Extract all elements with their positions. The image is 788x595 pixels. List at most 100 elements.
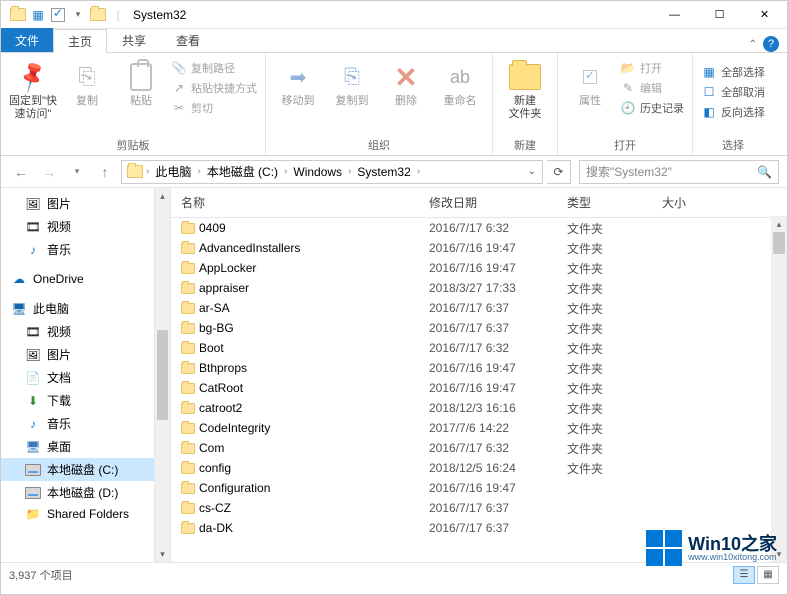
icons-view-button[interactable]: ▦ bbox=[757, 566, 779, 584]
cut-button[interactable]: ✂剪切 bbox=[169, 99, 259, 117]
refresh-button[interactable]: ⟳ bbox=[547, 160, 571, 184]
delete-button[interactable]: ✕ 删除 bbox=[380, 57, 432, 108]
file-row[interactable]: Configuration2016/7/16 19:47 bbox=[171, 478, 787, 498]
crumb-windows[interactable]: Windows bbox=[289, 165, 346, 179]
list-scrollbar[interactable]: ▴ ▾ bbox=[771, 216, 787, 562]
home-tab[interactable]: 主页 bbox=[53, 29, 107, 53]
sidebar-item-icon: 📁 bbox=[25, 507, 41, 521]
sidebar-item[interactable]: 本地磁盘 (C:) bbox=[1, 458, 170, 481]
collapse-ribbon-icon[interactable]: ⌃ bbox=[749, 39, 757, 50]
crumb-dropdown-icon[interactable]: ⌄ bbox=[522, 166, 542, 177]
scroll-thumb[interactable] bbox=[773, 232, 785, 254]
invert-selection-button[interactable]: ◧反向选择 bbox=[699, 103, 767, 121]
pin-to-quick-access-button[interactable]: 📌 固定到"快 速访问" bbox=[7, 57, 59, 121]
file-row[interactable]: Bthprops2016/7/16 19:47文件夹 bbox=[171, 358, 787, 378]
column-header-date[interactable]: 修改日期 bbox=[429, 194, 567, 211]
sidebar-item[interactable]: 📁 Shared Folders bbox=[1, 504, 170, 524]
crumb-this-pc[interactable]: 此电脑 bbox=[151, 163, 195, 180]
select-none-button[interactable]: ☐全部取消 bbox=[699, 83, 767, 101]
crumb-drive-c[interactable]: 本地磁盘 (C:) bbox=[203, 163, 282, 180]
properties-button[interactable]: 属性 bbox=[564, 57, 616, 108]
file-row[interactable]: Boot2016/7/17 6:32文件夹 bbox=[171, 338, 787, 358]
chevron-right-icon[interactable]: › bbox=[195, 166, 202, 177]
delete-icon: ✕ bbox=[394, 61, 417, 94]
copy-to-button[interactable]: ⎘ 复制到 bbox=[326, 57, 378, 108]
file-row[interactable]: 04092016/7/17 6:32文件夹 bbox=[171, 218, 787, 238]
file-row[interactable]: CodeIntegrity2017/7/6 14:22文件夹 bbox=[171, 418, 787, 438]
sidebar-item[interactable]: 🖼图片 bbox=[1, 343, 170, 366]
crumb-system32[interactable]: System32 bbox=[353, 165, 414, 179]
view-tab[interactable]: 查看 bbox=[161, 28, 215, 52]
move-to-button[interactable]: ➡ 移动到 bbox=[272, 57, 324, 108]
edit-button[interactable]: ✎编辑 bbox=[618, 79, 686, 97]
file-row[interactable]: Com2016/7/17 6:32文件夹 bbox=[171, 438, 787, 458]
file-row[interactable]: config2018/12/5 16:24文件夹 bbox=[171, 458, 787, 478]
file-row[interactable]: da-DK2016/7/17 6:37 bbox=[171, 518, 787, 538]
column-header-type[interactable]: 类型 bbox=[567, 194, 662, 211]
up-button[interactable]: ↑ bbox=[93, 160, 117, 184]
file-row[interactable]: cs-CZ2016/7/17 6:37 bbox=[171, 498, 787, 518]
file-row[interactable]: appraiser2018/3/27 17:33文件夹 bbox=[171, 278, 787, 298]
breadcrumb[interactable]: › 此电脑 › 本地磁盘 (C:) › Windows › System32 ›… bbox=[121, 160, 543, 184]
scroll-up-icon[interactable]: ▴ bbox=[771, 216, 787, 232]
file-date: 2018/12/3 16:16 bbox=[429, 401, 567, 415]
sidebar-item[interactable]: ☁OneDrive bbox=[1, 269, 170, 289]
new-folder-button[interactable]: 新建 文件夹 bbox=[499, 57, 551, 121]
share-tab[interactable]: 共享 bbox=[107, 28, 161, 52]
scroll-down-icon[interactable]: ▾ bbox=[771, 546, 787, 562]
chevron-right-icon[interactable]: › bbox=[346, 166, 353, 177]
back-button[interactable]: ← bbox=[9, 160, 33, 184]
help-icon[interactable]: ? bbox=[763, 36, 779, 52]
forward-button[interactable]: → bbox=[37, 160, 61, 184]
copy-button[interactable]: ⎘ 复制 bbox=[61, 57, 113, 108]
quick-access-toolbar: ▦ ▾ | bbox=[1, 6, 127, 24]
sidebar-item[interactable]: 🖥桌面 bbox=[1, 435, 170, 458]
scroll-up-icon[interactable]: ▴ bbox=[155, 188, 170, 204]
scroll-thumb[interactable] bbox=[157, 330, 168, 420]
properties-qat-icon[interactable]: ▦ bbox=[29, 6, 47, 24]
history-button[interactable]: 🕘历史记录 bbox=[618, 99, 686, 117]
copy-path-button[interactable]: 📎复制路径 bbox=[169, 59, 259, 77]
search-icon[interactable]: 🔍 bbox=[757, 165, 772, 179]
select-all-button[interactable]: ▦全部选择 bbox=[699, 63, 767, 81]
column-header-name[interactable]: 名称 bbox=[181, 194, 429, 211]
column-header-size[interactable]: 大小 bbox=[662, 194, 722, 211]
details-view-button[interactable]: ☰ bbox=[733, 566, 755, 584]
clipboard-group-label: 剪贴板 bbox=[117, 135, 150, 153]
sidebar-scrollbar[interactable]: ▴ ▾ bbox=[154, 188, 170, 562]
sidebar-item[interactable]: 🖥此电脑 bbox=[1, 297, 170, 320]
checkbox-qat-icon[interactable] bbox=[49, 6, 67, 24]
chevron-right-icon[interactable]: › bbox=[415, 166, 422, 177]
sidebar-item[interactable]: 本地磁盘 (D:) bbox=[1, 481, 170, 504]
paste-button[interactable]: 粘贴 bbox=[115, 57, 167, 108]
sidebar-item[interactable]: 📄文档 bbox=[1, 366, 170, 389]
file-row[interactable]: ar-SA2016/7/17 6:37文件夹 bbox=[171, 298, 787, 318]
minimize-button[interactable]: — bbox=[652, 1, 697, 29]
pin-icon: 📌 bbox=[15, 59, 52, 95]
sidebar-item[interactable]: 🎞视频 bbox=[1, 320, 170, 343]
qat-dropdown-icon[interactable]: ▾ bbox=[69, 6, 87, 24]
chevron-right-icon[interactable]: › bbox=[282, 166, 289, 177]
file-tab[interactable]: 文件 bbox=[1, 28, 53, 52]
file-row[interactable]: catroot22018/12/3 16:16文件夹 bbox=[171, 398, 787, 418]
close-button[interactable]: ✕ bbox=[742, 1, 787, 29]
file-row[interactable]: AppLocker2016/7/16 19:47文件夹 bbox=[171, 258, 787, 278]
sidebar-item[interactable]: 🎞视频 bbox=[1, 215, 170, 238]
sidebar-item[interactable]: ♪音乐 bbox=[1, 412, 170, 435]
open-button[interactable]: 📂打开 bbox=[618, 59, 686, 77]
file-name: config bbox=[199, 461, 429, 475]
sidebar-item[interactable]: 🖼图片 bbox=[1, 192, 170, 215]
file-row[interactable]: AdvancedInstallers2016/7/16 19:47文件夹 bbox=[171, 238, 787, 258]
sidebar-item[interactable]: ⬇下载 bbox=[1, 389, 170, 412]
recent-dropdown[interactable]: ▾ bbox=[65, 160, 89, 184]
file-row[interactable]: bg-BG2016/7/17 6:37文件夹 bbox=[171, 318, 787, 338]
rename-button[interactable]: ab 重命名 bbox=[434, 57, 486, 108]
search-box[interactable]: 搜索"System32" 🔍 bbox=[579, 160, 779, 184]
file-row[interactable]: CatRoot2016/7/16 19:47文件夹 bbox=[171, 378, 787, 398]
paste-shortcut-button[interactable]: ↗粘贴快捷方式 bbox=[169, 79, 259, 97]
sidebar-item[interactable]: ♪音乐 bbox=[1, 238, 170, 261]
sidebar-item-label: Shared Folders bbox=[47, 507, 129, 521]
chevron-right-icon[interactable]: › bbox=[144, 166, 151, 177]
maximize-button[interactable]: ☐ bbox=[697, 1, 742, 29]
scroll-down-icon[interactable]: ▾ bbox=[155, 546, 170, 562]
